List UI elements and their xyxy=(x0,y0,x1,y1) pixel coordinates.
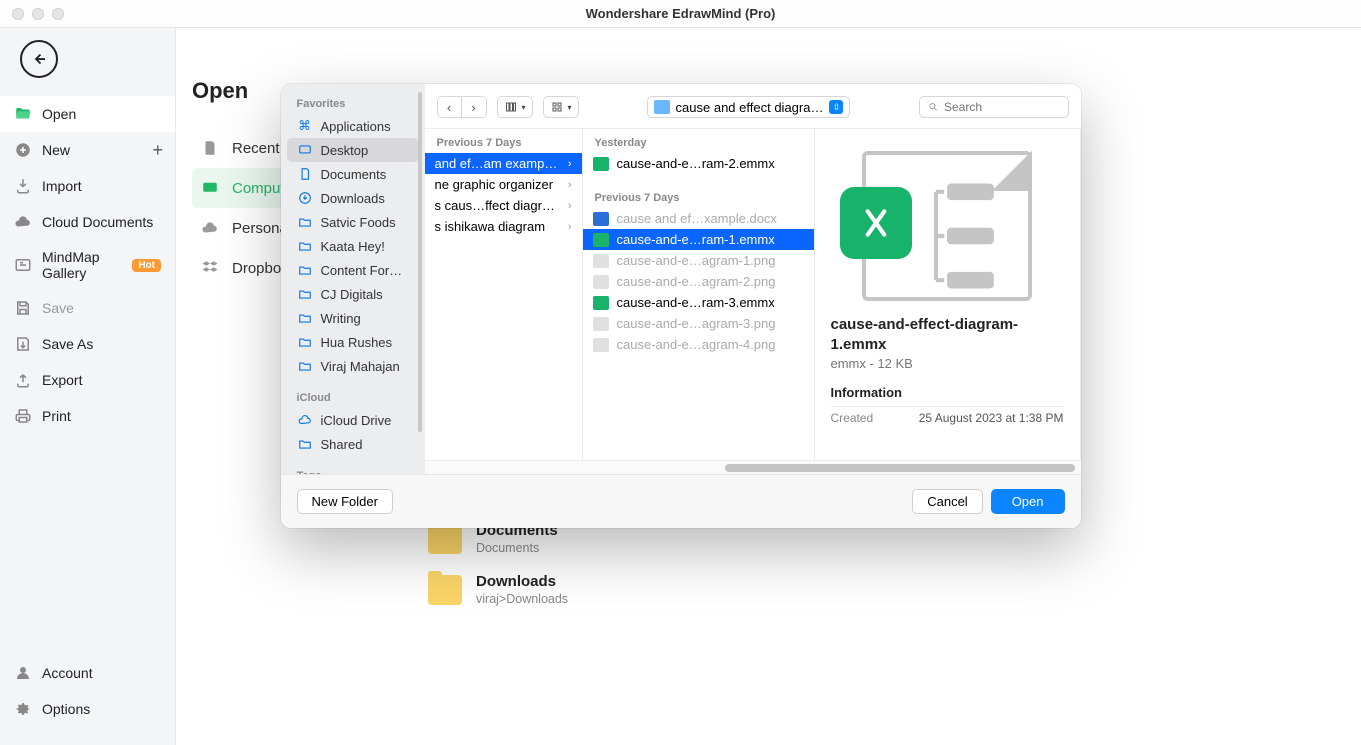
info-key: Created xyxy=(831,411,874,425)
downloads-icon xyxy=(297,190,313,206)
folder-icon xyxy=(297,310,313,326)
emmx-icon xyxy=(593,233,609,247)
column-1[interactable]: Previous 7 Days and ef…am examples› ne g… xyxy=(425,129,583,460)
file-row[interactable]: cause and ef…xample.docx xyxy=(583,208,814,229)
view-columns-button[interactable]: ▾ xyxy=(497,96,533,118)
png-icon xyxy=(593,317,609,331)
fsb-folder[interactable]: Viraj Mahajan xyxy=(281,354,425,378)
emmx-icon xyxy=(593,157,609,171)
folder-icon xyxy=(297,286,313,302)
fsb-folder[interactable]: Satvic Foods xyxy=(281,210,425,234)
fsb-folder[interactable]: CJ Digitals xyxy=(281,282,425,306)
png-icon xyxy=(593,275,609,289)
file-row[interactable]: and ef…am examples› xyxy=(425,153,582,174)
path-text: cause and effect diagra… xyxy=(676,100,824,115)
folder-icon xyxy=(297,358,313,374)
png-icon xyxy=(593,338,609,352)
chevron-right-icon: › xyxy=(568,200,572,212)
nav-segment: ‹ › xyxy=(437,96,487,118)
folder-icon xyxy=(654,100,670,114)
fsb-folder[interactable]: Content For… xyxy=(281,258,425,282)
file-row[interactable]: cause-and-e…agram-4.png xyxy=(583,334,814,355)
back-button[interactable]: ‹ xyxy=(438,97,462,117)
documents-icon xyxy=(297,166,313,182)
apps-icon: ⌘ xyxy=(297,118,313,134)
fsb-folder[interactable]: Writing xyxy=(281,306,425,330)
search-input[interactable] xyxy=(944,100,1060,114)
file-row[interactable]: cause-and-e…ram-2.emmx xyxy=(583,153,814,174)
fsb-icloud-drive[interactable]: iCloud Drive xyxy=(281,408,425,432)
group-header: Yesterday xyxy=(583,129,814,153)
fsb-head-favorites: Favorites xyxy=(281,94,425,114)
file-row-selected[interactable]: cause-and-e…ram-1.emmx xyxy=(583,229,814,250)
search-box[interactable] xyxy=(919,96,1069,118)
group-button[interactable]: ▾ xyxy=(543,96,579,118)
finder-toolbar: ‹ › ▾ ▾ cause and effect diagra… ⇳ xyxy=(425,84,1081,129)
horizontal-scrollbar[interactable] xyxy=(425,460,1081,474)
fsb-folder[interactable]: Kaata Hey! xyxy=(281,234,425,258)
new-folder-button[interactable]: New Folder xyxy=(297,489,393,514)
group-header: Previous 7 Days xyxy=(425,129,582,153)
fsb-documents[interactable]: Documents xyxy=(281,162,425,186)
preview-thumbnail xyxy=(862,151,1032,301)
folder-icon xyxy=(297,214,313,230)
shared-icon xyxy=(297,436,313,452)
png-icon xyxy=(593,254,609,268)
fsb-desktop[interactable]: Desktop xyxy=(287,138,419,162)
docx-icon xyxy=(593,212,609,226)
info-row-created: Created 25 August 2023 at 1:38 PM xyxy=(831,406,1064,429)
finder-sidebar[interactable]: Favorites ⌘Applications Desktop Document… xyxy=(281,84,425,474)
fsb-head-tags: Tags xyxy=(281,466,425,474)
icloud-icon xyxy=(297,412,313,428)
file-row[interactable]: cause-and-e…ram-3.emmx xyxy=(583,292,814,313)
file-row[interactable]: ne graphic organizer› xyxy=(425,174,582,195)
search-icon xyxy=(928,101,939,113)
file-row[interactable]: s caus…ffect diagram› xyxy=(425,195,582,216)
fsb-downloads[interactable]: Downloads xyxy=(281,186,425,210)
emmx-icon xyxy=(593,296,609,310)
file-row[interactable]: cause-and-e…agram-2.png xyxy=(583,271,814,292)
column-2[interactable]: Yesterday cause-and-e…ram-2.emmx Previou… xyxy=(583,129,815,460)
path-pill[interactable]: cause and effect diagra… ⇳ xyxy=(647,96,851,118)
chevron-right-icon: › xyxy=(568,221,572,233)
file-row[interactable]: cause-and-e…agram-1.png xyxy=(583,250,814,271)
file-row[interactable]: cause-and-e…agram-3.png xyxy=(583,313,814,334)
file-dialog: Favorites ⌘Applications Desktop Document… xyxy=(281,84,1081,528)
group-header: Previous 7 Days xyxy=(583,184,814,208)
fsb-shared[interactable]: Shared xyxy=(281,432,425,456)
folder-icon xyxy=(297,334,313,350)
fsb-head-icloud: iCloud xyxy=(281,388,425,408)
file-row[interactable]: s ishikawa diagram› xyxy=(425,216,582,237)
fsb-folder[interactable]: Hua Rushes xyxy=(281,330,425,354)
chevron-right-icon: › xyxy=(568,179,572,191)
finder-footer: New Folder Cancel Open xyxy=(281,474,1081,528)
preview-meta: emmx - 12 KB xyxy=(831,356,1064,371)
info-heading: Information xyxy=(831,385,1064,400)
chevron-updown-icon[interactable]: ⇳ xyxy=(829,100,843,114)
forward-button[interactable]: › xyxy=(462,97,486,117)
folder-icon xyxy=(297,262,313,278)
fsb-applications[interactable]: ⌘Applications xyxy=(281,114,425,138)
preview-column: cause-and-effect-diagram-1.emmx emmx - 1… xyxy=(815,129,1081,460)
open-button[interactable]: Open xyxy=(991,489,1065,514)
app-badge-icon xyxy=(840,187,912,259)
info-value: 25 August 2023 at 1:38 PM xyxy=(919,411,1064,425)
file-dialog-overlay: Favorites ⌘Applications Desktop Document… xyxy=(0,0,1361,745)
cancel-button[interactable]: Cancel xyxy=(912,489,982,514)
chevron-right-icon: › xyxy=(568,158,572,170)
desktop-icon xyxy=(297,142,313,158)
preview-filename: cause-and-effect-diagram-1.emmx xyxy=(831,315,1064,354)
folder-icon xyxy=(297,238,313,254)
